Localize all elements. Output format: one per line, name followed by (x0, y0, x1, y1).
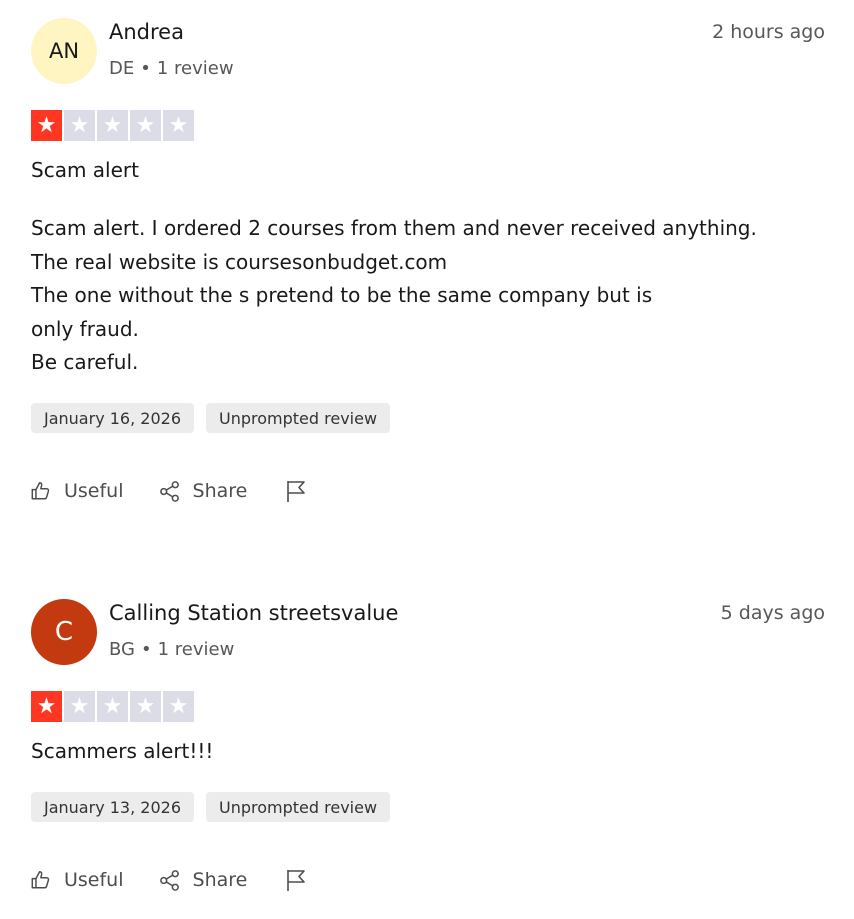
avatar-initials: C (54, 617, 74, 647)
review-actions: Useful Share (30, 868, 307, 892)
reviewer-country: DE (109, 58, 135, 79)
review-body-line: The one without the s pretend to be the … (31, 283, 653, 307)
report-button[interactable] (285, 479, 307, 503)
reviewer-meta: BG • 1 review (109, 639, 234, 660)
report-button[interactable] (285, 868, 307, 892)
review-body-line: The real website is coursesonbudget.com (31, 249, 448, 274)
separator-dot: • (140, 639, 152, 660)
separator-dot: • (140, 58, 151, 79)
share-label: Share (192, 480, 248, 502)
useful-button[interactable]: Useful (30, 480, 124, 502)
star-icon: ★ (130, 691, 161, 722)
review-date-badge: January 13, 2026 (31, 792, 194, 822)
star-icon: ★ (64, 110, 95, 141)
avatar-initials: AN (48, 39, 80, 63)
review-title[interactable]: Scammers alert!!! (31, 739, 213, 763)
thumbs-up-icon (30, 869, 64, 891)
useful-button[interactable]: Useful (30, 869, 124, 891)
review-date-badge: January 16, 2026 (31, 403, 194, 433)
unprompted-review-badge[interactable]: Unprompted review (206, 792, 391, 822)
useful-label: Useful (64, 480, 124, 502)
share-icon (158, 480, 193, 503)
share-button[interactable]: Share (158, 480, 248, 503)
avatar[interactable]: C (31, 599, 97, 665)
reviewer-name[interactable]: Andrea (109, 20, 184, 44)
star-icon: ★ (31, 691, 62, 722)
star-rating: ★ ★ ★ ★ ★ (31, 110, 194, 141)
reviewer-name[interactable]: Calling Station streetsvalue (109, 601, 398, 625)
share-button[interactable]: Share (158, 869, 248, 892)
review-actions: Useful Share (30, 479, 307, 503)
reviewer-country: BG (109, 639, 135, 660)
thumbs-up-icon (30, 480, 64, 502)
review-tags: January 13, 2026 Unprompted review (31, 792, 391, 822)
star-icon: ★ (97, 691, 128, 722)
reviewer-review-count[interactable]: 1 review (157, 58, 234, 79)
useful-label: Useful (64, 869, 124, 891)
share-label: Share (192, 869, 248, 891)
flag-icon (285, 479, 307, 503)
star-rating: ★ ★ ★ ★ ★ (31, 691, 194, 722)
avatar[interactable]: AN (31, 18, 97, 84)
unprompted-review-badge[interactable]: Unprompted review (206, 403, 391, 433)
flag-icon (285, 868, 307, 892)
review-time: 2 hours ago (712, 21, 825, 43)
reviewer-review-count[interactable]: 1 review (158, 639, 235, 660)
reviewer-meta: DE • 1 review (109, 58, 234, 79)
review-tags: January 16, 2026 Unprompted review (31, 403, 391, 433)
star-icon: ★ (163, 691, 194, 722)
review-title[interactable]: Scam alert (31, 158, 139, 182)
star-icon: ★ (97, 110, 128, 141)
star-icon: ★ (31, 110, 62, 141)
review-time: 5 days ago (720, 602, 825, 624)
star-icon: ★ (64, 691, 95, 722)
review-body-line: Be careful. (31, 350, 139, 374)
share-icon (158, 869, 193, 892)
review-body-line: Scam alert. I ordered 2 courses from the… (31, 216, 757, 240)
review-body: Scam alert. I ordered 2 courses from the… (31, 212, 757, 380)
review-body-line: only fraud. (31, 316, 139, 341)
star-icon: ★ (163, 110, 194, 141)
star-icon: ★ (130, 110, 161, 141)
